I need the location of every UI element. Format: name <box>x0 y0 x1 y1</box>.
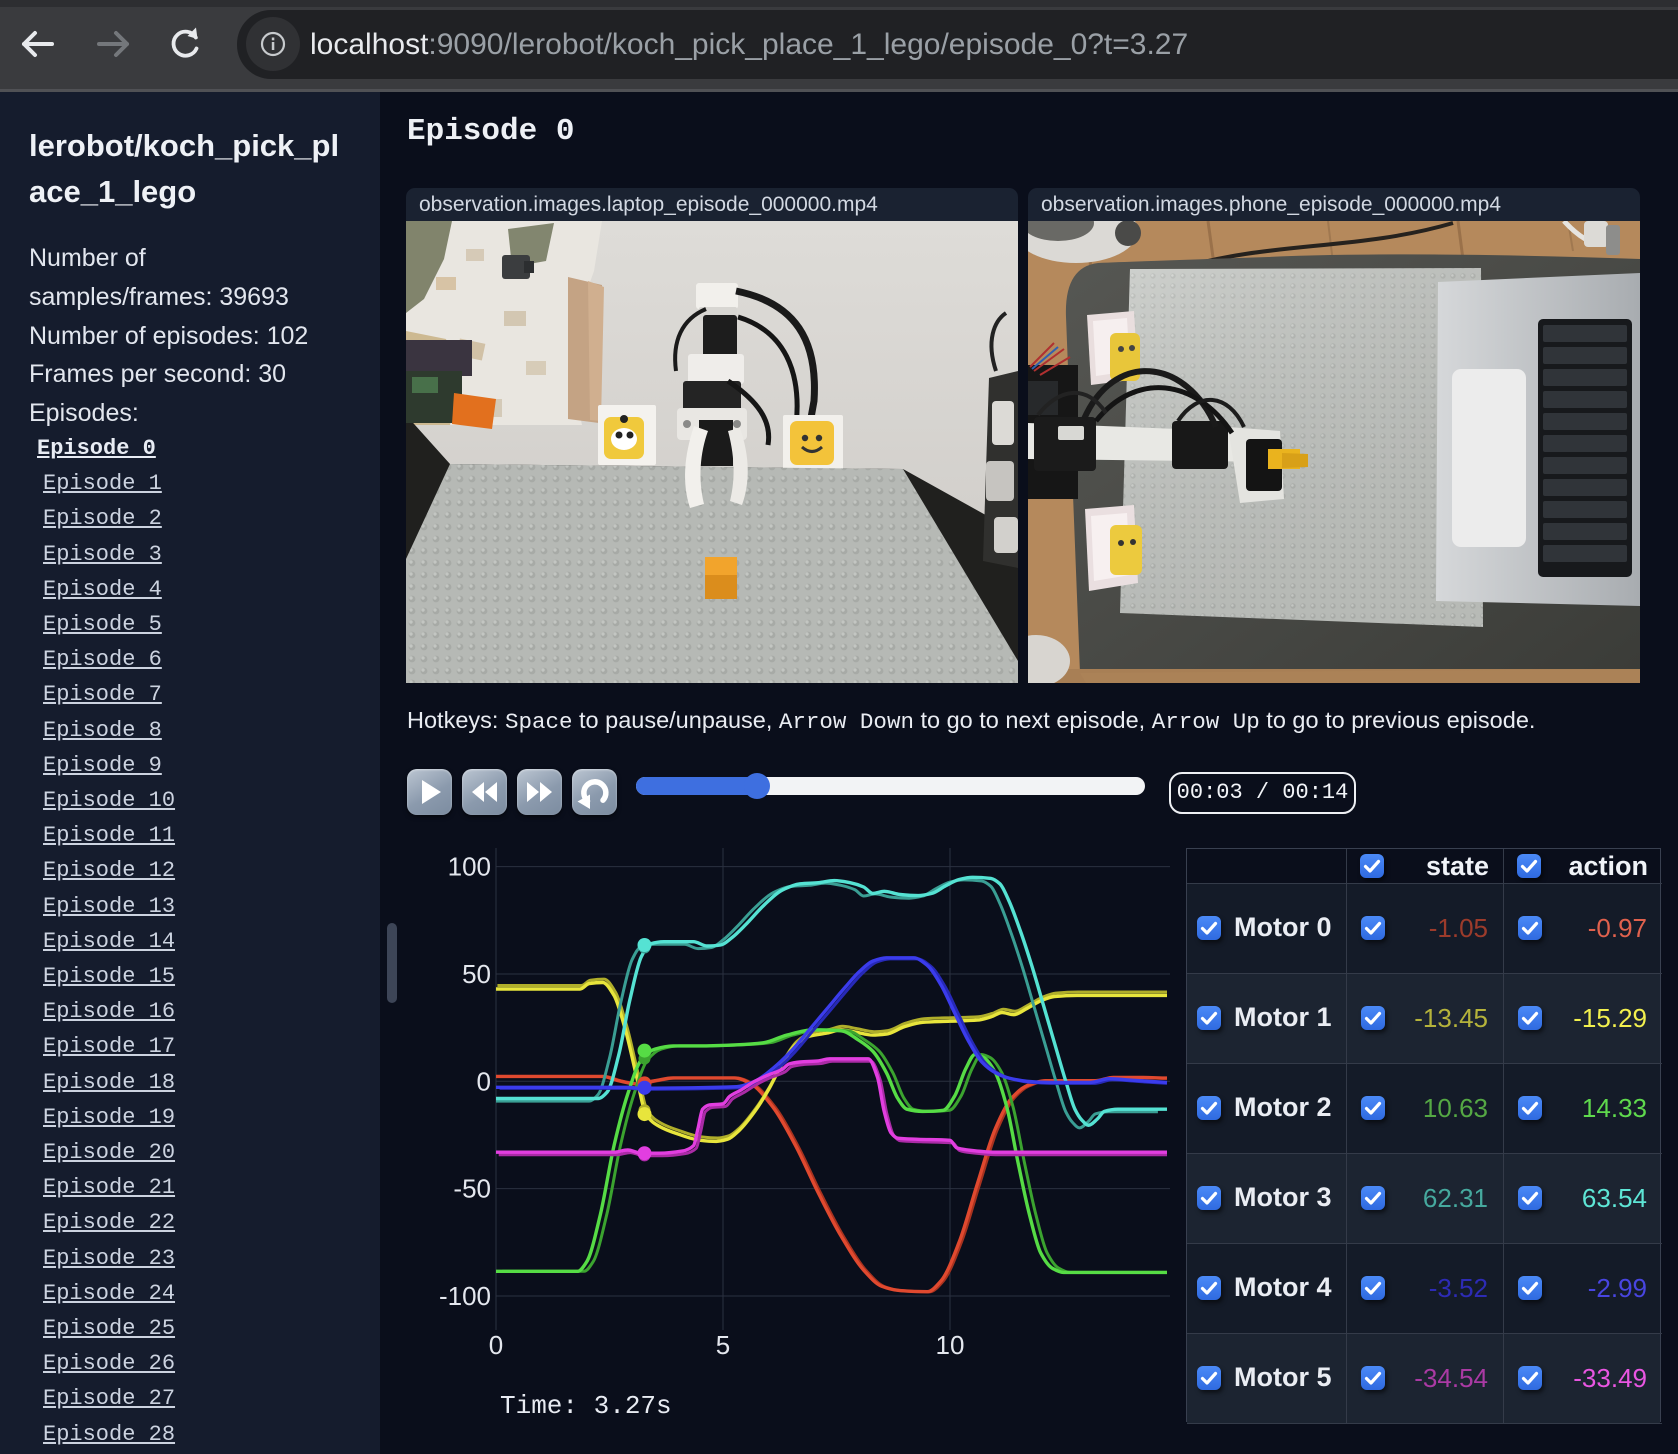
svg-text:-50: -50 <box>453 1174 491 1204</box>
svg-text:-100: -100 <box>439 1281 491 1311</box>
svg-text:100: 100 <box>448 852 491 882</box>
svg-text:Time: 3.27s: Time: 3.27s <box>500 1391 672 1421</box>
svg-text:50: 50 <box>462 959 491 989</box>
svg-text:0: 0 <box>489 1330 503 1360</box>
svg-text:5: 5 <box>716 1330 730 1360</box>
svg-text:0: 0 <box>477 1066 491 1096</box>
svg-text:10: 10 <box>936 1330 965 1360</box>
